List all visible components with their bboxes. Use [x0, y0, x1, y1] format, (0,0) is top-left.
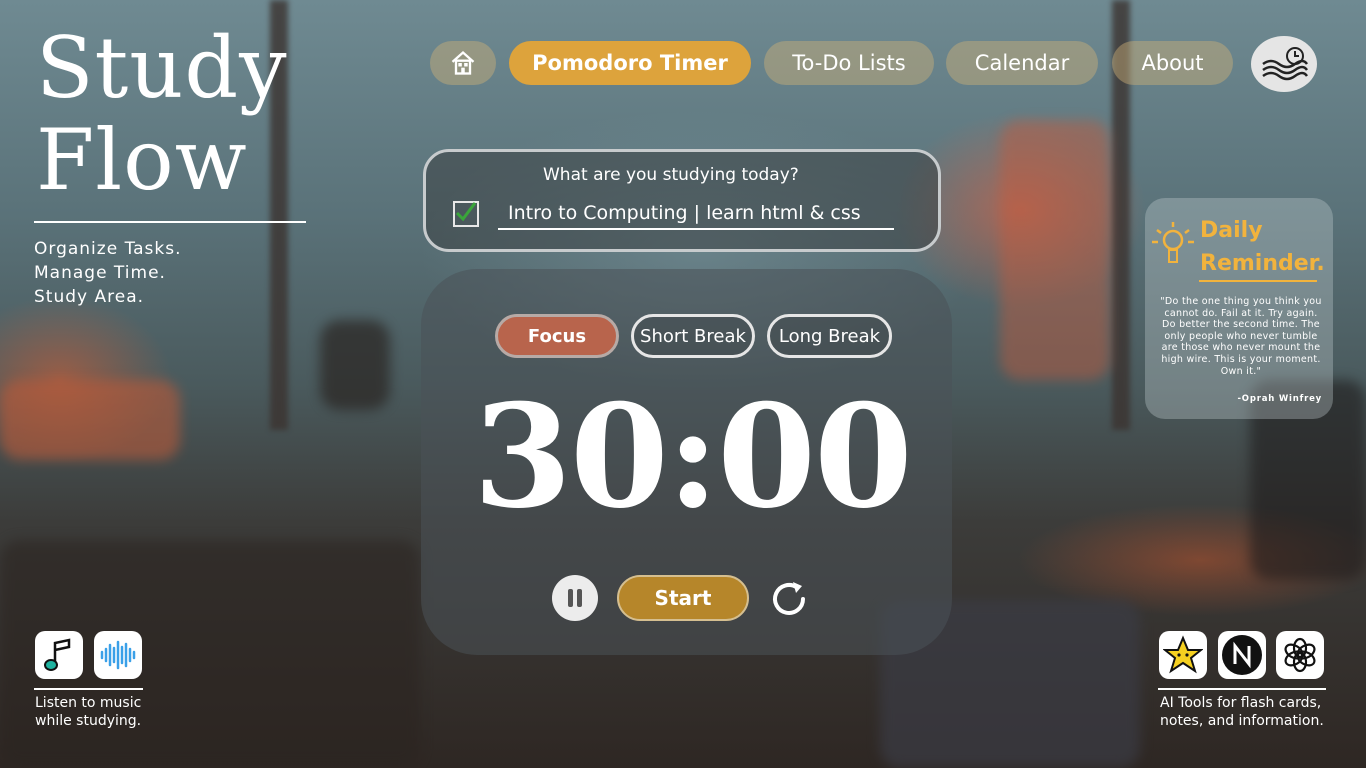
notion-icon	[1222, 635, 1262, 675]
brand-title: Study Flow	[36, 22, 288, 206]
brand-divider	[34, 221, 306, 223]
start-button[interactable]: Start	[617, 575, 749, 621]
profile-avatar[interactable]	[1251, 36, 1317, 92]
tagline: Organize Tasks. Manage Time. Study Area.	[34, 237, 182, 309]
lightbulb-icon	[1150, 218, 1196, 276]
nav-about[interactable]: About	[1112, 41, 1233, 85]
reset-button[interactable]	[766, 576, 812, 622]
star-app-tile[interactable]	[1159, 631, 1207, 679]
star-app-icon	[1163, 635, 1203, 674]
study-question: What are you studying today?	[543, 165, 799, 185]
music-note-icon	[44, 638, 71, 671]
mode-long-break-button[interactable]: Long Break	[767, 314, 892, 358]
tagline-line: Organize Tasks.	[34, 239, 182, 259]
nav-home-button[interactable]	[430, 41, 496, 85]
music-caption-line: Listen to music	[35, 695, 142, 711]
audio-app-tile[interactable]	[94, 631, 142, 679]
ai-tools-caption: AI Tools for flash cards, notes, and inf…	[1160, 694, 1324, 730]
nav-pomodoro-timer[interactable]: Pomodoro Timer	[509, 41, 751, 85]
pause-icon	[568, 589, 582, 607]
ai-tools-divider	[1158, 688, 1326, 690]
ai-tools-caption-line: AI Tools for flash cards,	[1160, 695, 1322, 711]
notion-app-tile[interactable]	[1218, 631, 1266, 679]
brand-title-line2: Flow	[36, 111, 248, 209]
timer-display: 30:00	[473, 374, 913, 540]
music-app-tile[interactable]	[35, 631, 83, 679]
ai-tools-caption-line: notes, and information.	[1160, 713, 1324, 729]
checkmark-icon	[455, 202, 477, 222]
background-speaker	[320, 320, 390, 410]
openai-icon	[1284, 637, 1316, 673]
tagline-line: Study Area.	[34, 287, 145, 307]
brand-title-line1: Study	[36, 19, 288, 117]
background-couch	[0, 380, 180, 460]
nav-calendar[interactable]: Calendar	[946, 41, 1098, 85]
reminder-author: -Oprah Winfrey	[1237, 394, 1322, 404]
reset-icon	[773, 582, 805, 615]
mode-short-break-button[interactable]: Short Break	[631, 314, 755, 358]
home-icon	[451, 50, 475, 75]
clock-wave-logo-icon	[1262, 47, 1309, 81]
background-plant	[1000, 120, 1110, 380]
pause-button[interactable]	[552, 575, 598, 621]
tagline-line: Manage Time.	[34, 263, 166, 283]
music-divider	[34, 688, 143, 690]
reminder-title: Daily Reminder.	[1200, 214, 1325, 280]
nav-todo-lists[interactable]: To-Do Lists	[764, 41, 934, 85]
audio-wave-icon	[100, 640, 136, 670]
mode-focus-button[interactable]: Focus	[495, 314, 619, 358]
music-caption: Listen to music while studying.	[35, 694, 141, 730]
reminder-quote: "Do the one thing you think you cannot d…	[1160, 296, 1322, 377]
reminder-title-line1: Daily	[1200, 218, 1263, 243]
music-caption-line: while studying.	[35, 713, 142, 729]
reminder-divider	[1199, 280, 1317, 282]
openai-app-tile[interactable]	[1276, 631, 1324, 679]
reminder-title-line2: Reminder.	[1200, 251, 1325, 276]
study-topic-input[interactable]	[498, 198, 894, 230]
study-checkbox[interactable]	[453, 201, 479, 227]
